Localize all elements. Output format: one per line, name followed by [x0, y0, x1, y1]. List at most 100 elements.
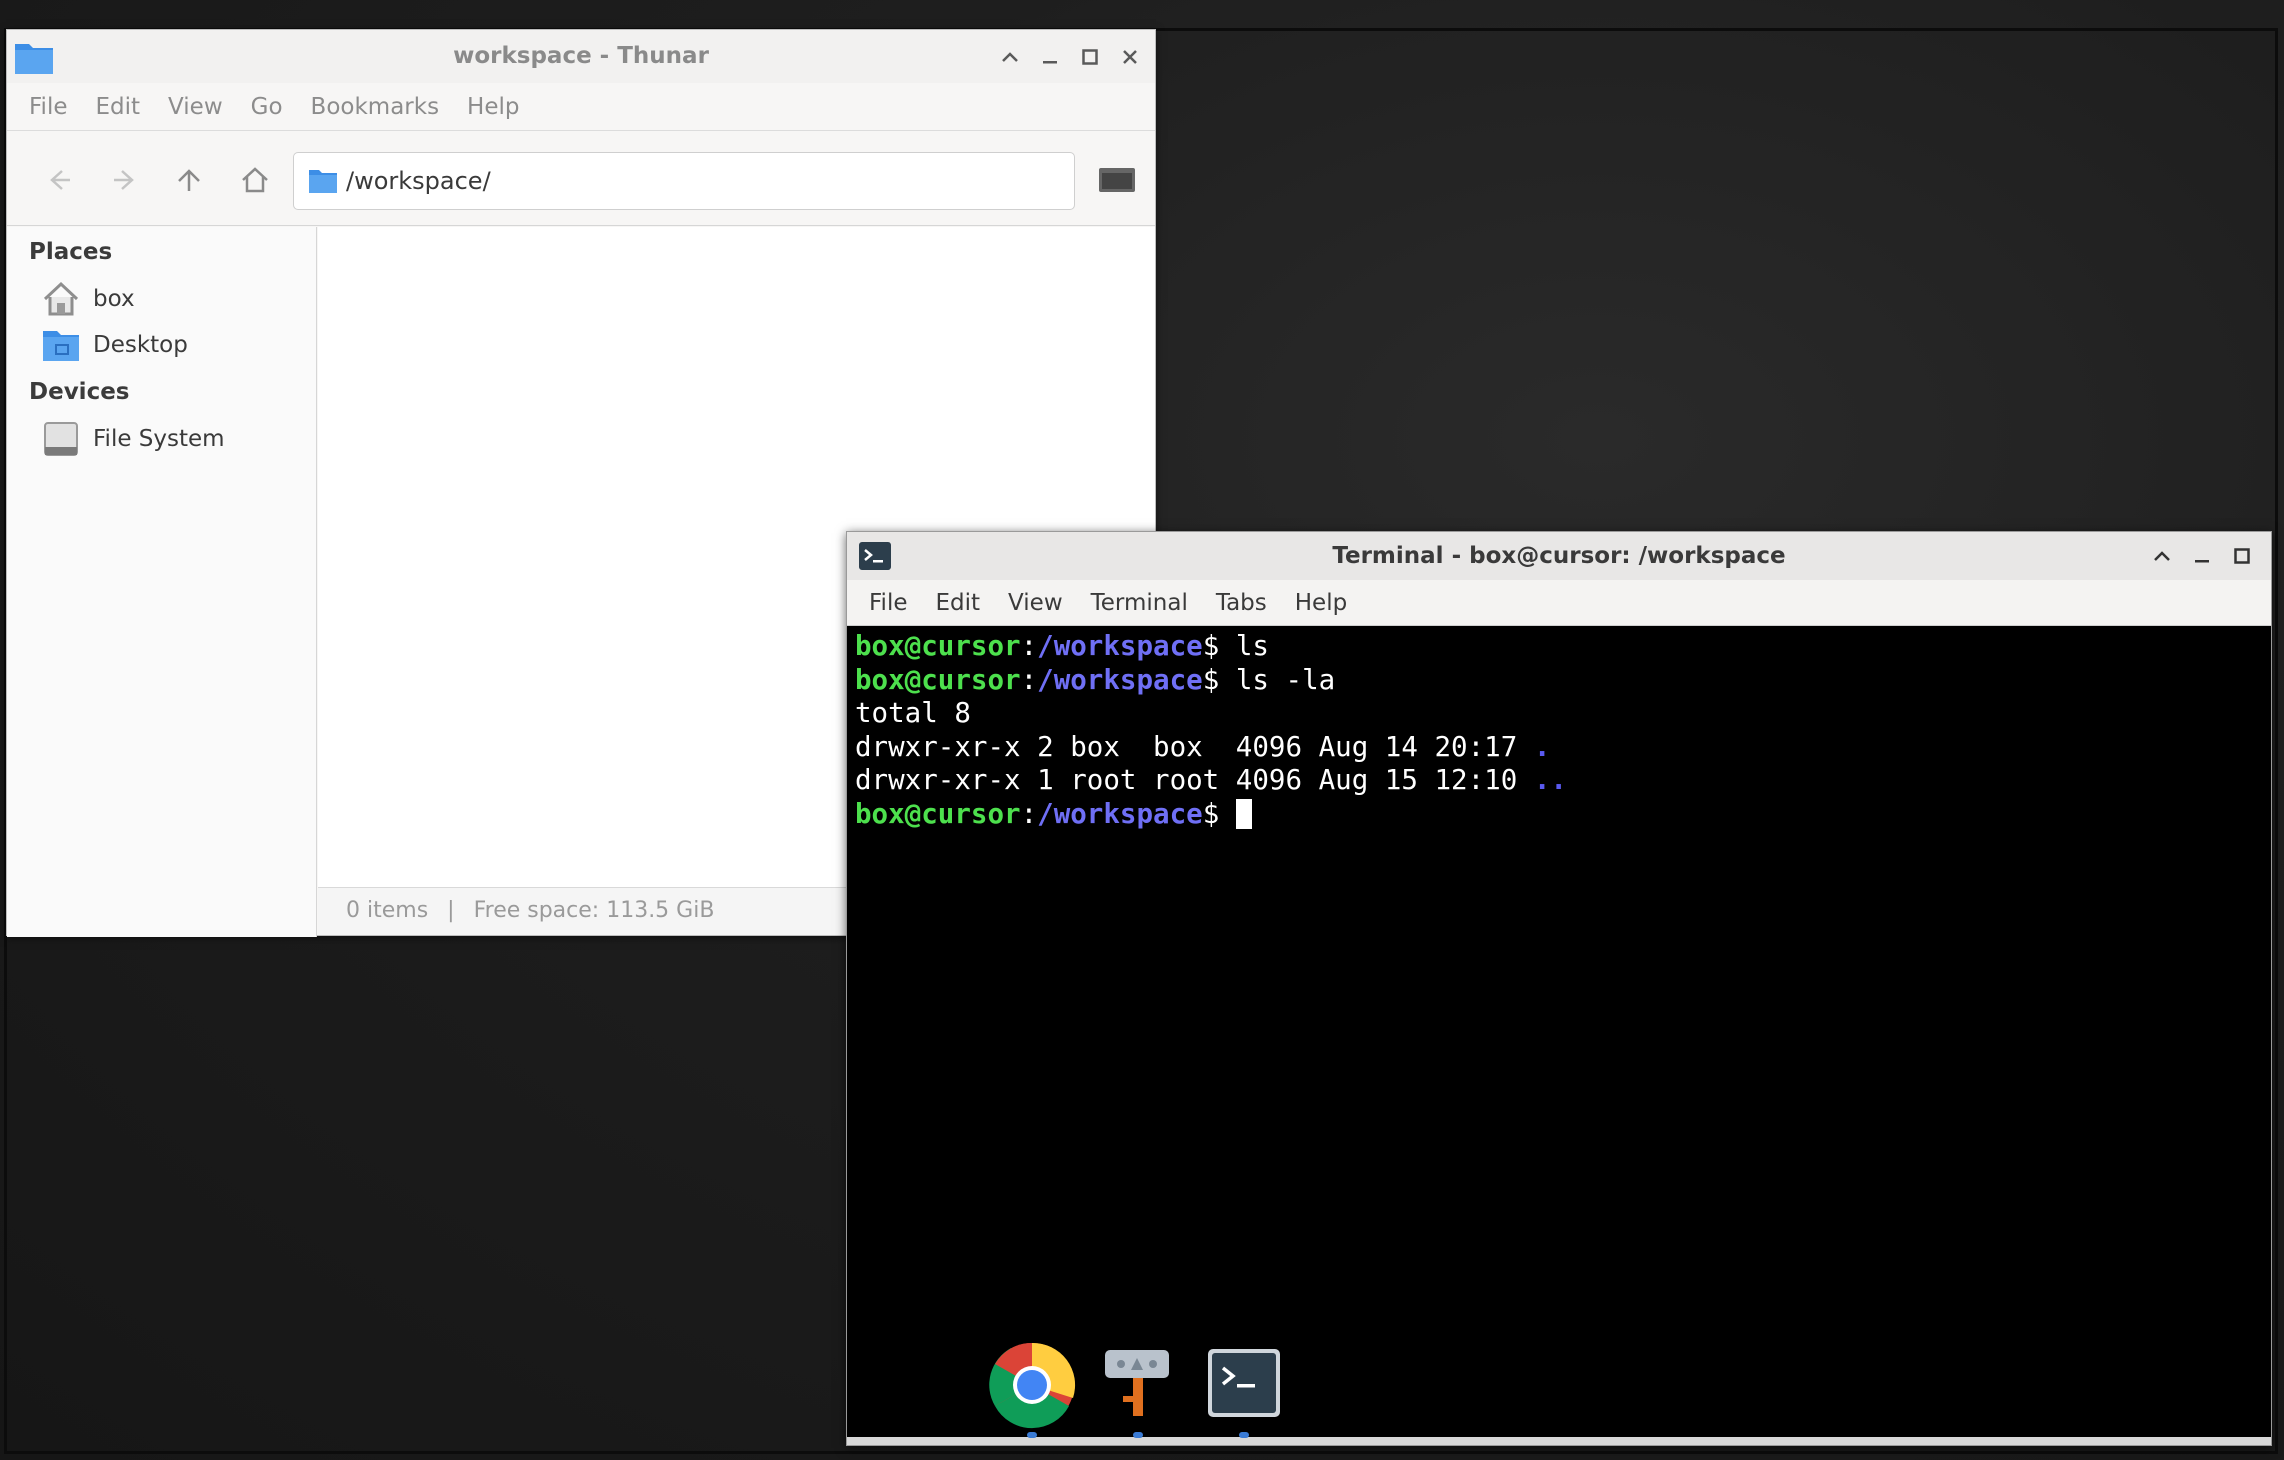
prompt-user: box@cursor — [855, 797, 1021, 830]
minimize-button[interactable] — [2187, 541, 2217, 571]
folder-icon — [309, 170, 337, 193]
chevron-up-icon — [2154, 551, 2170, 561]
sidebar-item-label: File System — [93, 426, 225, 452]
listing-text: drwxr-xr-x 1 root root 4096 Aug 15 12:10 — [855, 764, 1534, 796]
menu-bookmarks[interactable]: Bookmarks — [311, 94, 440, 120]
text-cursor — [1235, 798, 1252, 829]
status-item-count: 0 items — [346, 898, 429, 923]
prompt-user: box@cursor — [855, 630, 1021, 662]
chevron-up-icon — [1002, 52, 1018, 62]
terminal-window: Terminal - box@cursor: /workspace File E… — [846, 531, 2272, 1446]
prompt-path: /workspace — [1037, 663, 1203, 696]
terminal-menubar: File Edit View Terminal Tabs Help — [847, 580, 2271, 626]
prompt-symbol: $ — [1202, 663, 1220, 696]
menu-edit[interactable]: Edit — [96, 94, 141, 120]
prompt-symbol: $ — [1202, 630, 1220, 662]
thunar-menubar: File Edit View Go Bookmarks Help — [7, 83, 1155, 131]
dock-running-indicator — [1239, 1432, 1249, 1438]
terminal-bottom-edge — [847, 1437, 2271, 1445]
open-terminal-button[interactable] — [1095, 160, 1139, 200]
prompt-path: /workspace — [1037, 797, 1203, 830]
dock-terminal-button[interactable] — [1199, 1340, 1289, 1438]
menu-help[interactable]: Help — [467, 94, 519, 120]
menu-terminal[interactable]: Terminal — [1091, 590, 1188, 616]
minimize-icon — [2195, 560, 2209, 563]
forward-button[interactable] — [105, 160, 145, 200]
sidebar-item-label: box — [93, 286, 135, 312]
desktop-folder-icon — [43, 331, 79, 361]
thunar-toolbar: /workspace/ — [7, 132, 1155, 226]
command-text — [1219, 798, 1236, 830]
prompt-colon: : — [1020, 630, 1038, 662]
dock-app-finder-button[interactable] — [1093, 1340, 1183, 1438]
menu-help[interactable]: Help — [1295, 590, 1347, 616]
menu-edit[interactable]: Edit — [936, 590, 981, 616]
close-button[interactable] — [1115, 42, 1145, 72]
terminal-small-icon — [1099, 168, 1135, 192]
dock-running-indicator — [1133, 1432, 1143, 1438]
prompt-user: box@cursor — [855, 663, 1021, 696]
sidebar-item-file-system[interactable]: File System — [41, 417, 225, 461]
maximize-icon — [2234, 548, 2250, 564]
home-icon — [43, 281, 79, 316]
back-button[interactable] — [39, 160, 79, 200]
terminal-titlebar[interactable]: Terminal - box@cursor: /workspace — [847, 532, 2271, 580]
sidebar-item-box[interactable]: box — [41, 277, 135, 321]
sidebar-item-label: Desktop — [93, 332, 188, 358]
chrome-icon — [989, 1342, 1076, 1429]
maximize-button[interactable] — [2227, 541, 2257, 571]
command-text: ls — [1219, 630, 1269, 662]
terminal-screen[interactable]: box@cursor:/workspace$ ls box@cursor:/wor… — [855, 630, 2271, 1437]
places-heading: Places — [29, 239, 113, 265]
arrow-up-icon — [178, 169, 200, 191]
shade-button[interactable] — [2147, 541, 2177, 571]
terminal-line: total 8 — [855, 697, 2271, 731]
menu-view[interactable]: View — [1008, 590, 1063, 616]
location-bar[interactable]: /workspace/ — [293, 152, 1075, 210]
devices-heading: Devices — [29, 379, 130, 405]
output-text: total 8 — [855, 697, 971, 729]
thunar-titlebar[interactable]: workspace - Thunar — [7, 30, 1155, 83]
arrow-right-icon — [114, 170, 134, 190]
home-button[interactable] — [235, 160, 275, 200]
maximize-button[interactable] — [1075, 42, 1105, 72]
listing-text: drwxr-xr-x 2 box box 4096 Aug 14 20:17 — [855, 730, 1534, 763]
prompt-path: /workspace — [1037, 630, 1203, 662]
arrow-left-icon — [50, 170, 70, 190]
terminal-line: box@cursor:/workspace$ ls — [855, 630, 2271, 664]
up-button[interactable] — [169, 160, 209, 200]
menu-file[interactable]: File — [869, 590, 908, 616]
prompt-symbol: $ — [1202, 797, 1220, 830]
menu-go[interactable]: Go — [251, 94, 283, 120]
menu-tabs[interactable]: Tabs — [1216, 590, 1267, 616]
status-free-space: Free space: 113.5 GiB — [473, 898, 715, 923]
thunar-window-title: workspace - Thunar — [453, 43, 709, 69]
terminal-line: drwxr-xr-x 2 box box 4096 Aug 14 20:17 . — [855, 731, 2271, 765]
directory-name: . — [1533, 730, 1551, 763]
app-finder-icon — [1105, 1350, 1169, 1416]
status-separator: | — [447, 898, 455, 923]
terminal-line: box@cursor:/workspace$ — [855, 798, 2271, 832]
terminal-icon — [1208, 1349, 1280, 1417]
prompt-colon: : — [1020, 797, 1038, 830]
maximize-icon — [1082, 49, 1098, 65]
menu-view[interactable]: View — [168, 94, 223, 120]
sidebar-item-desktop[interactable]: Desktop — [41, 323, 188, 367]
shade-button[interactable] — [995, 42, 1025, 72]
dock-chrome-button[interactable] — [987, 1340, 1077, 1438]
thunar-sidebar: Places box Desktop Devices File System — [7, 227, 317, 937]
close-icon — [1123, 50, 1137, 64]
drive-icon — [44, 422, 78, 456]
minimize-button[interactable] — [1035, 42, 1065, 72]
terminal-line: box@cursor:/workspace$ ls -la — [855, 664, 2271, 698]
dock-running-indicator — [1027, 1432, 1037, 1438]
prompt-colon: : — [1020, 663, 1038, 696]
home-icon — [242, 167, 268, 193]
location-path: /workspace/ — [346, 167, 491, 195]
minimize-icon — [1043, 61, 1057, 64]
command-text: ls -la — [1219, 663, 1336, 696]
directory-name: .. — [1533, 764, 1567, 796]
terminal-line: drwxr-xr-x 1 root root 4096 Aug 15 12:10… — [855, 764, 2271, 798]
menu-file[interactable]: File — [29, 94, 68, 120]
terminal-window-title: Terminal - box@cursor: /workspace — [1332, 543, 1786, 569]
